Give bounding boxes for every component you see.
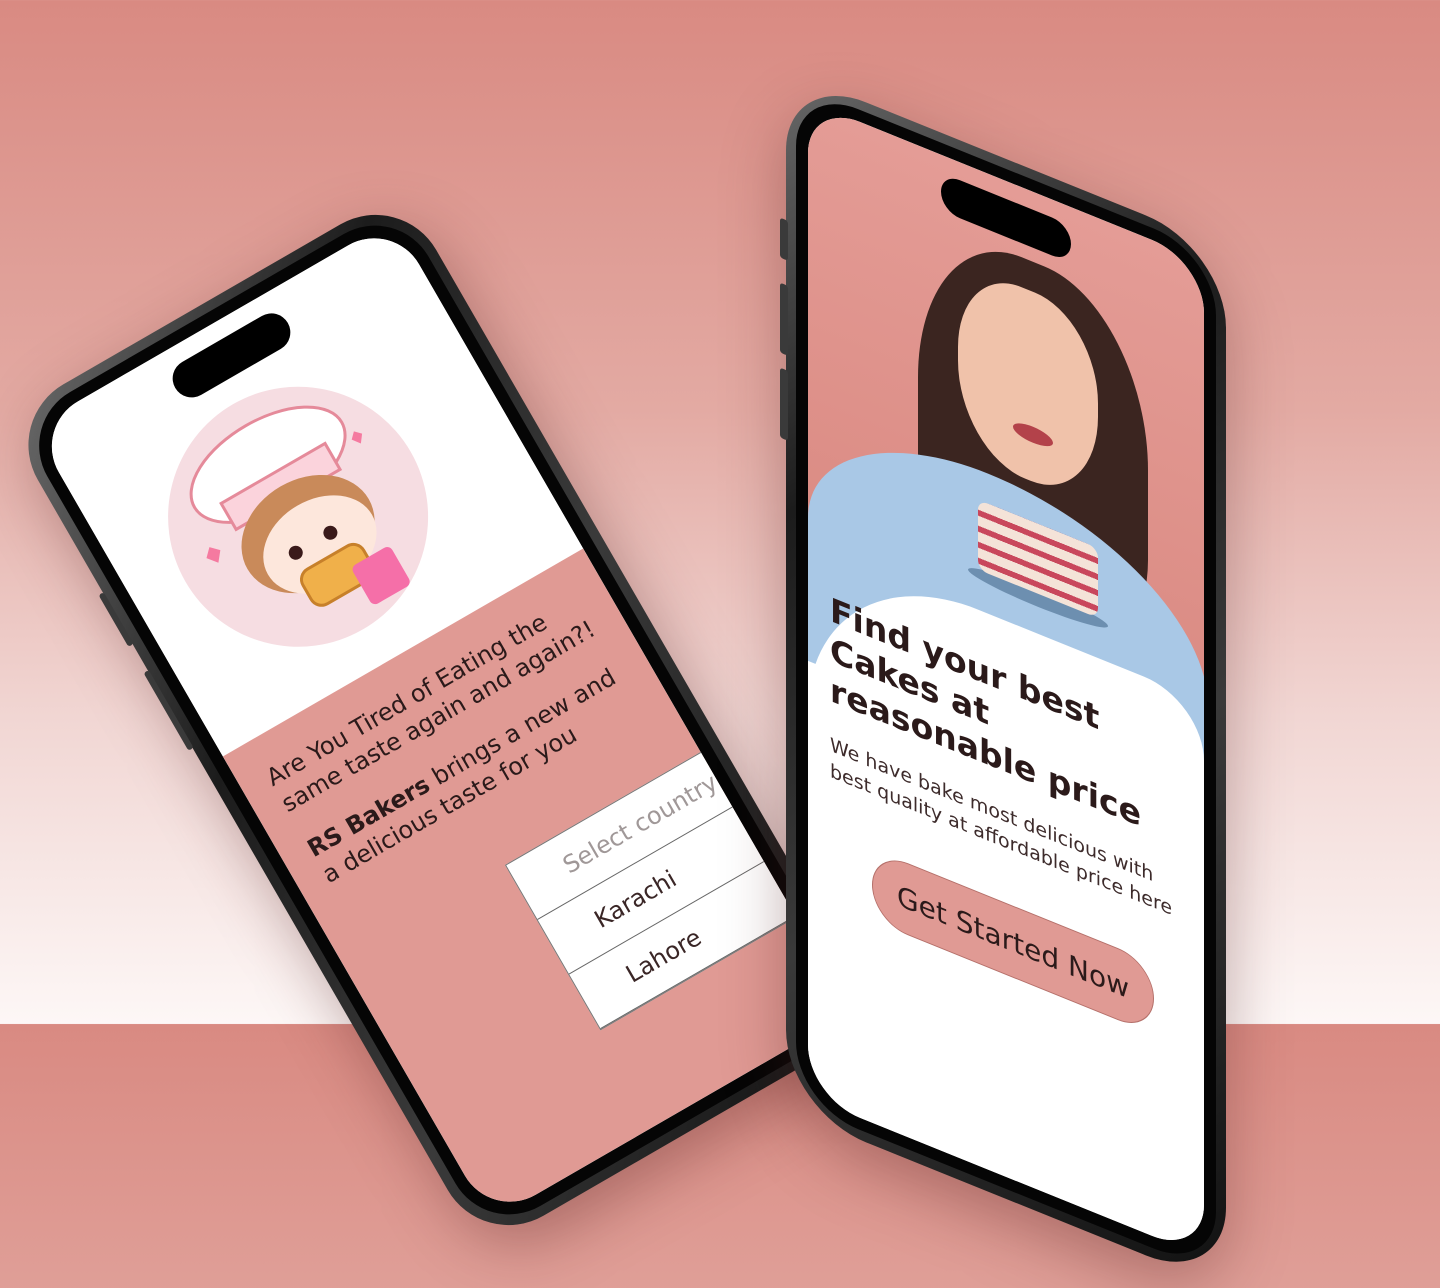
left-phone-mockup: Are You Tired of Eating the same taste a…	[2, 189, 882, 1251]
side-button	[780, 217, 788, 261]
side-button	[780, 367, 788, 441]
right-phone-mockup: Find your best Cakes at reasonable price…	[780, 70, 1226, 1288]
onboarding-screen: Find your best Cakes at reasonable price…	[808, 100, 1204, 1257]
side-button	[780, 282, 788, 356]
welcome-screen: Are You Tired of Eating the same taste a…	[32, 219, 852, 1221]
